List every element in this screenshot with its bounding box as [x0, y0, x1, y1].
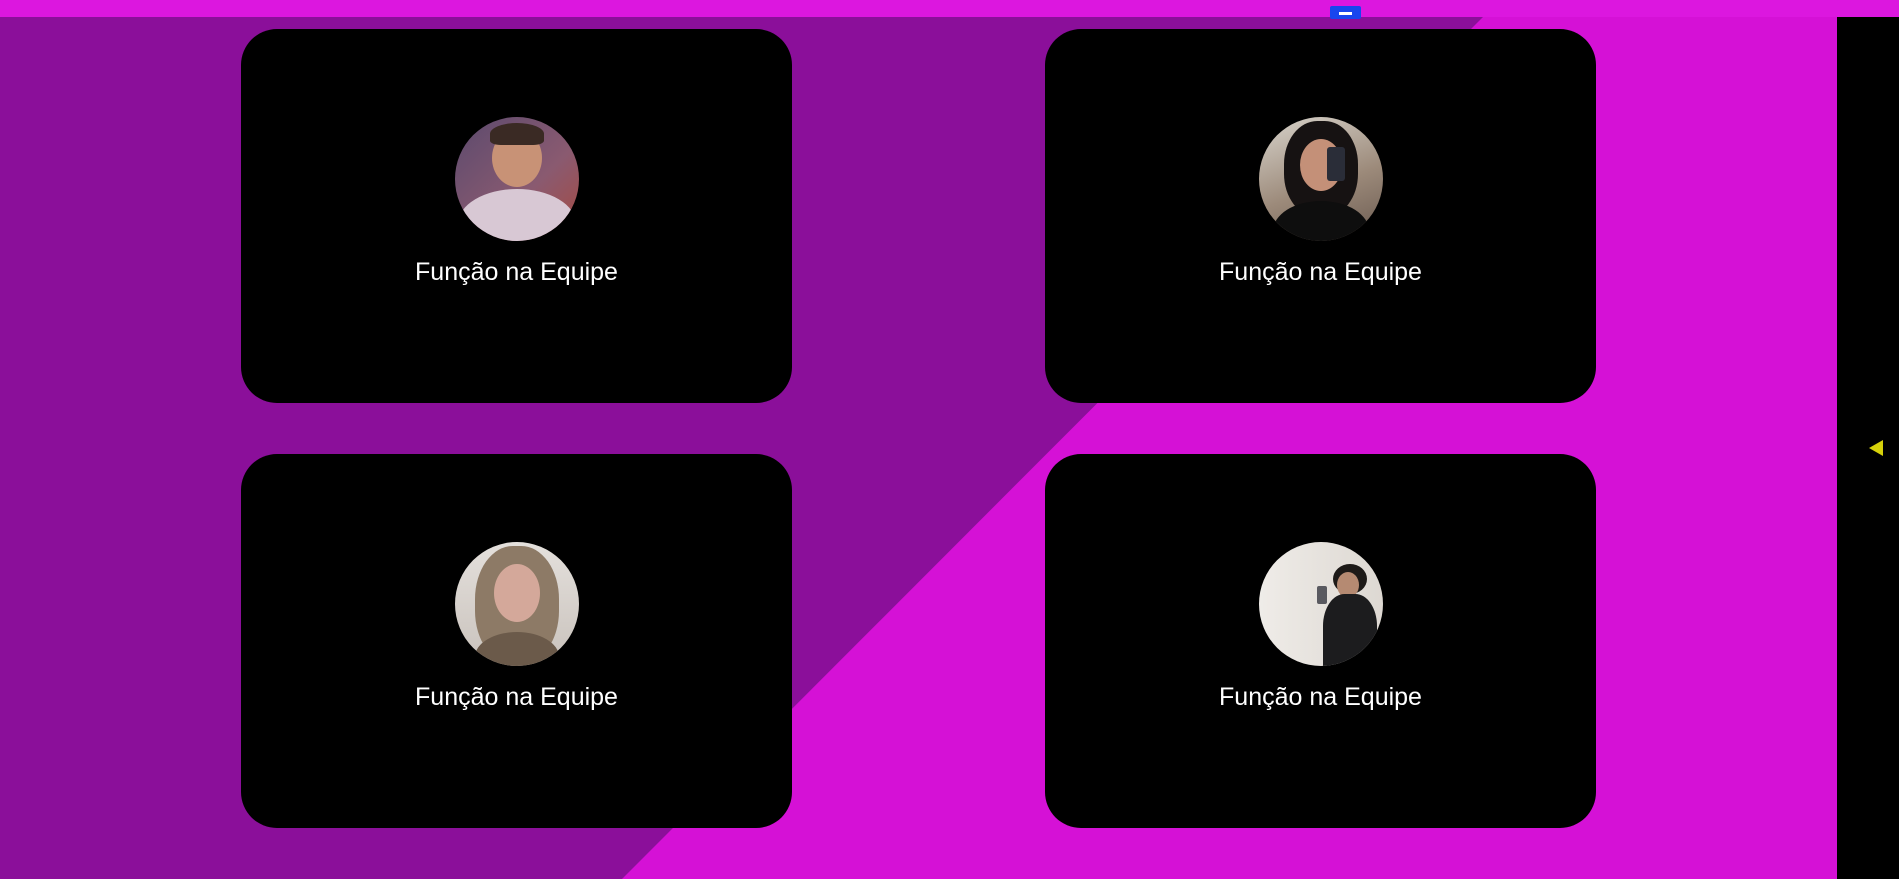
team-member-card: Função na Equipe: [1045, 29, 1596, 403]
top-bar: [0, 0, 1899, 17]
side-panel: [1837, 17, 1899, 879]
avatar: [1258, 117, 1383, 241]
team-member-card: Função na Equipe: [241, 454, 792, 828]
avatar: [454, 117, 579, 241]
team-member-card: Função na Equipe: [1045, 454, 1596, 828]
team-role-label: Função na Equipe: [415, 683, 618, 711]
avatar: [1258, 542, 1383, 666]
team-role-label: Função na Equipe: [415, 258, 618, 286]
avatar: [454, 542, 579, 666]
team-member-card: Função na Equipe: [241, 29, 792, 403]
caret-left-icon[interactable]: [1869, 440, 1883, 456]
menu-button[interactable]: [1330, 6, 1361, 19]
team-role-label: Função na Equipe: [1219, 683, 1422, 711]
team-role-label: Função na Equipe: [1219, 258, 1422, 286]
